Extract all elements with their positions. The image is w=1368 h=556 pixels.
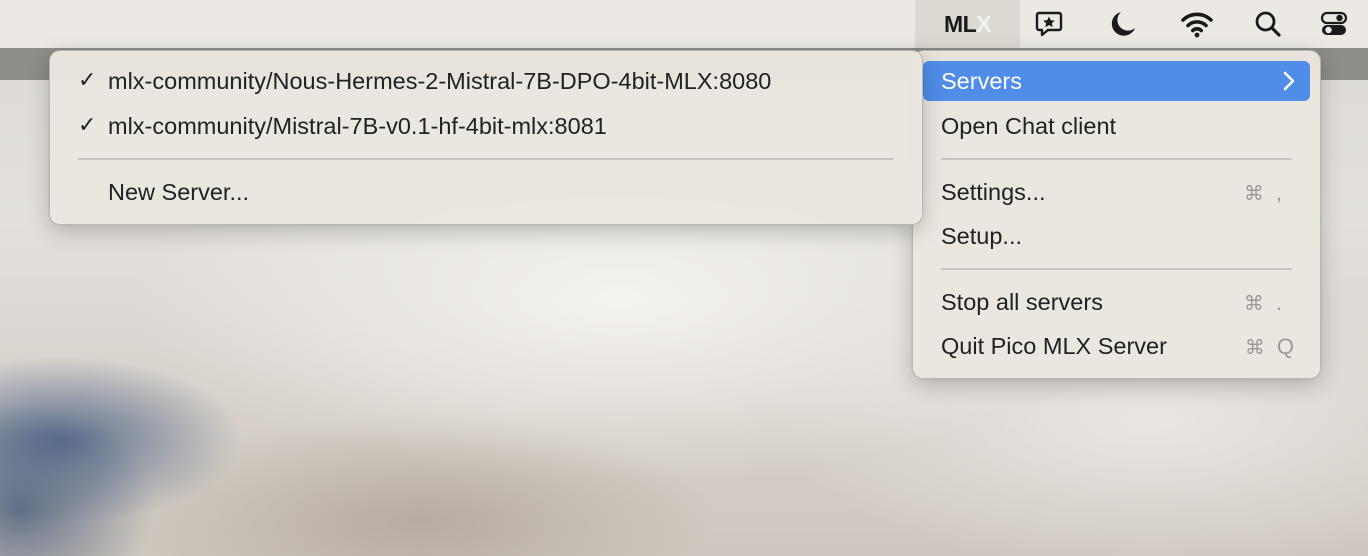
server-item[interactable]: ✓ mlx-community/Mistral-7B-v0.1-hf-4bit-…	[60, 106, 912, 146]
servers-submenu: ✓ mlx-community/Nous-Hermes-2-Mistral-7B…	[49, 50, 923, 225]
new-server-label: New Server...	[108, 178, 250, 205]
menu-item-new-server[interactable]: New Server...	[60, 172, 912, 212]
mlx-label-main: ML	[943, 10, 977, 37]
chat-star-icon[interactable]	[1026, 0, 1072, 48]
quit-shortcut: ⌘ Q	[1245, 334, 1294, 360]
menu-separator	[78, 158, 894, 160]
settings-shortcut-key: ,	[1275, 180, 1282, 205]
quit-shortcut-key: Q	[1276, 334, 1294, 359]
quit-label: Quit Pico MLX Server	[941, 332, 1167, 359]
settings-label: Settings...	[941, 178, 1046, 205]
chevron-right-icon	[1283, 71, 1295, 91]
menu-item-settings[interactable]: Settings... ⌘ ,	[923, 172, 1310, 212]
command-key-icon: ⌘	[1244, 335, 1265, 359]
command-key-icon: ⌘	[1243, 181, 1264, 205]
servers-label: Servers	[941, 67, 1022, 94]
moon-icon[interactable]	[1100, 0, 1146, 48]
menu-bar: ML X	[0, 0, 1368, 48]
control-center-icon[interactable]	[1311, 0, 1357, 48]
menu-item-servers[interactable]: Servers	[923, 61, 1310, 101]
server-item-label: mlx-community/Nous-Hermes-2-Mistral-7B-D…	[108, 67, 772, 94]
menu-item-open-chat[interactable]: Open Chat client	[923, 106, 1310, 146]
server-item-label: mlx-community/Mistral-7B-v0.1-hf-4bit-ml…	[108, 112, 607, 139]
checkmark-icon: ✓	[78, 68, 97, 93]
search-icon[interactable]	[1245, 0, 1291, 48]
menu-item-setup[interactable]: Setup...	[923, 216, 1310, 256]
menu-item-stop-all[interactable]: Stop all servers ⌘ .	[923, 282, 1310, 322]
command-key-icon: ⌘	[1243, 291, 1264, 315]
mlx-dropdown-menu: Servers Open Chat client Settings... ⌘ ,…	[912, 50, 1321, 379]
stop-all-label: Stop all servers	[941, 288, 1103, 315]
menu-separator	[941, 268, 1292, 270]
setup-label: Setup...	[941, 222, 1022, 249]
menu-item-quit[interactable]: Quit Pico MLX Server ⌘ Q	[923, 326, 1310, 366]
mlx-menu-extra[interactable]: ML X	[915, 0, 1020, 48]
server-item[interactable]: ✓ mlx-community/Nous-Hermes-2-Mistral-7B…	[60, 61, 912, 101]
stop-shortcut-key: .	[1275, 290, 1282, 315]
stop-all-shortcut: ⌘ .	[1244, 290, 1282, 316]
open-chat-label: Open Chat client	[941, 112, 1117, 139]
mlx-label-dim: X	[976, 10, 992, 37]
menu-separator	[941, 158, 1292, 160]
wifi-icon[interactable]	[1174, 0, 1220, 48]
checkmark-icon: ✓	[78, 113, 97, 138]
settings-shortcut: ⌘ ,	[1244, 180, 1282, 206]
